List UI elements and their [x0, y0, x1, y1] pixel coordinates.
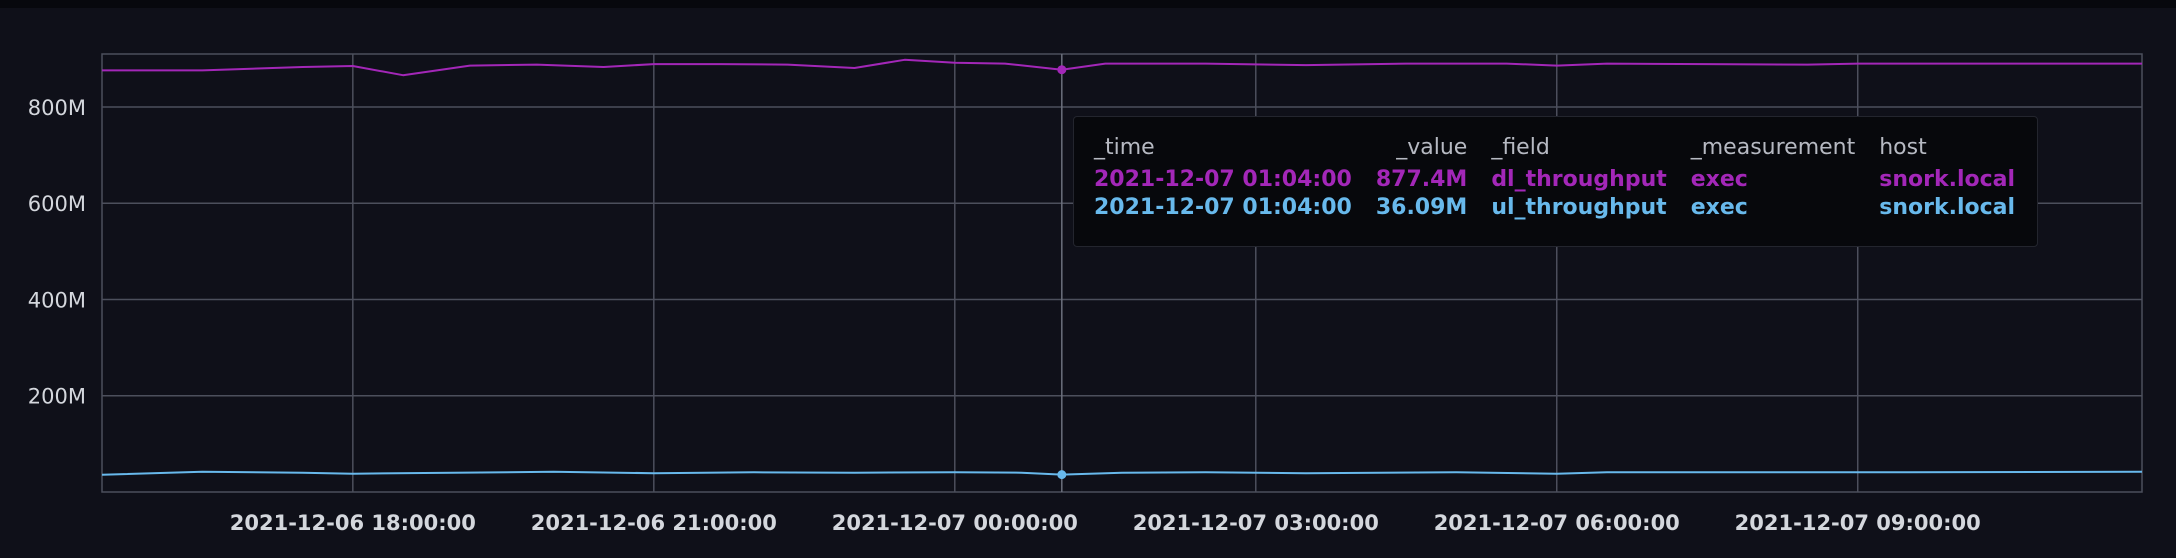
- y-tick-label: 800M: [28, 96, 86, 120]
- series-line-dl_throughput: [102, 58, 2142, 77]
- series-line-ul_throughput: [101, 470, 2143, 476]
- x-tick-label: 2021-12-06 21:00:00: [531, 511, 777, 535]
- y-axis-ticks: 200M 400M 600M 800M: [28, 96, 86, 409]
- tooltip-row-ul: 2021-12-07 01:04:00 36.09M ul_throughput…: [1094, 195, 2015, 223]
- tooltip-header-field: _field: [1491, 135, 1550, 160]
- tooltip-header-host: host: [1879, 135, 1927, 160]
- hover-tooltip: _time _value _field _measurement host 20…: [1073, 116, 2038, 247]
- tooltip-measurement: exec: [1690, 195, 1748, 220]
- tooltip-row-dl: 2021-12-07 01:04:00 877.4M dl_throughput…: [1094, 167, 2015, 195]
- tooltip-header-row: _time _value _field _measurement host: [1094, 135, 2015, 167]
- tooltip-measurement: exec: [1690, 167, 1748, 192]
- x-tick-label: 2021-12-07 00:00:00: [832, 511, 1078, 535]
- hover-markers: [1057, 54, 1067, 492]
- y-tick-label: 600M: [28, 192, 86, 216]
- tooltip-header-time: _time: [1094, 135, 1155, 160]
- hover-point-ul_throughput: [1057, 470, 1067, 480]
- tooltip-header-value: _value: [1396, 135, 1468, 160]
- tooltip-time: 2021-12-07 01:04:00: [1094, 195, 1352, 220]
- tooltip-value: 36.09M: [1375, 195, 1468, 220]
- x-tick-label: 2021-12-06 18:00:00: [230, 511, 476, 535]
- tooltip-host: snork.local: [1879, 195, 2016, 220]
- tooltip-time: 2021-12-07 01:04:00: [1094, 167, 1352, 192]
- tooltip-host: snork.local: [1879, 167, 2016, 192]
- y-tick-label: 200M: [28, 385, 86, 409]
- line-chart[interactable]: 200M400M600M800M 2021-12-06 18:00:00 2021…: [0, 0, 2176, 558]
- x-axis-ticks: 2021-12-06 18:00:00 2021-12-06 21:00:00 20…: [230, 511, 1981, 535]
- x-tick-label: 2021-12-07 06:00:00: [1434, 511, 1680, 535]
- tooltip-value: 877.4M: [1375, 167, 1468, 192]
- x-tick-label: 2021-12-07 03:00:00: [1133, 511, 1379, 535]
- hover-point-dl_throughput: [1057, 65, 1067, 75]
- tooltip-field: dl_throughput: [1491, 167, 1667, 192]
- x-tick-label: 2021-12-07 09:00:00: [1735, 511, 1981, 535]
- y-tick-label: 400M: [28, 288, 86, 312]
- tooltip-table: _time _value _field _measurement host 20…: [1094, 135, 2015, 223]
- tooltip-header-measurement: _measurement: [1690, 135, 1856, 160]
- tooltip-field: ul_throughput: [1491, 195, 1667, 220]
